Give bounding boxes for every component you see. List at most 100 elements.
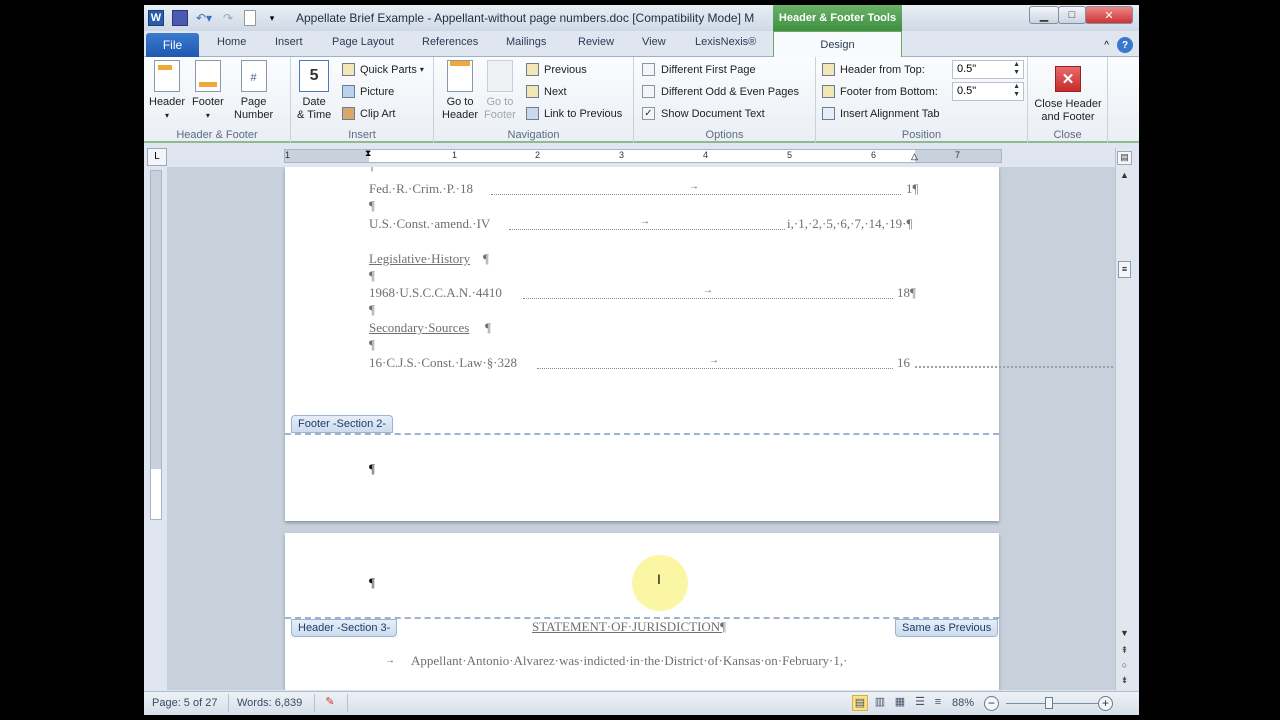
help-icon[interactable]: ?	[1117, 37, 1133, 53]
same-as-previous-tag: Same as Previous	[895, 619, 999, 637]
right-indent-marker[interactable]: △	[911, 151, 918, 162]
word-count[interactable]: Words: 6,839	[237, 697, 302, 709]
show-document-text-checkbox[interactable]: ✓ Show Document Text	[642, 107, 765, 120]
outline-icon[interactable]: ☰	[912, 695, 928, 711]
web-layout-icon[interactable]: ▦	[892, 695, 908, 711]
scroll-up-icon[interactable]: ▲	[1117, 170, 1132, 180]
quick-parts-button[interactable]: Quick Parts ▾	[342, 63, 424, 76]
document-area[interactable]: ¶ Fed.·R.·Crim.·P.·18 → 1¶ ¶ U.S.·Const.…	[167, 167, 1115, 690]
tab-mailings[interactable]: Mailings	[506, 36, 546, 48]
group-label: Close	[1053, 129, 1082, 141]
group-label: Navigation	[507, 129, 560, 141]
print-layout-icon[interactable]: ▤	[852, 695, 868, 711]
horizontal-ruler[interactable]: 1 1 2 3 4 5 6 7 ⧗ △	[284, 148, 1002, 163]
proofing-errors-icon[interactable]: ✎	[322, 695, 338, 711]
footer-section-tag: Footer -Section 2-	[291, 415, 394, 433]
redo-icon[interactable]: ↷	[220, 10, 236, 26]
checkmark-icon: ✓	[642, 107, 655, 120]
toa-entry: U.S.·Const.·amend.·IV	[369, 216, 491, 231]
spinner-arrows-icon[interactable]: ▲ ▼	[1013, 83, 1020, 99]
tab-references[interactable]: References	[422, 36, 478, 48]
zoom-out-icon[interactable]: −	[984, 696, 999, 711]
save-icon[interactable]	[172, 10, 188, 26]
page-count[interactable]: Page: 5 of 27	[152, 697, 217, 709]
quick-parts-icon	[342, 63, 355, 76]
close-header-footer-button[interactable]: ✕ Close Header and Footer	[1034, 60, 1102, 124]
body-paragraph: Appellant·Antonio·Alvarez·was·indicted·i…	[411, 653, 848, 668]
previous-page-icon[interactable]: ⇞	[1117, 645, 1132, 656]
tab-view[interactable]: View	[642, 36, 666, 48]
full-screen-reading-icon[interactable]: ▥	[872, 695, 888, 711]
footer-paragraph-mark[interactable]: ¶	[369, 461, 375, 477]
zoom-level[interactable]: 88%	[952, 697, 974, 709]
footer-icon	[194, 60, 221, 92]
window-title: Appellate Brief Example - Appellant-with…	[296, 11, 755, 25]
tab-lexisnexis[interactable]: LexisNexis®	[695, 36, 756, 48]
header-from-top-input[interactable]: 0.5" ▲ ▼	[952, 60, 1024, 79]
different-first-page-checkbox[interactable]: Different First Page	[642, 63, 756, 76]
tab-review[interactable]: Review	[578, 36, 614, 48]
tab-selector[interactable]: L	[147, 148, 167, 166]
first-line-indent-marker[interactable]: ⧗	[365, 148, 371, 159]
new-doc-icon[interactable]	[244, 10, 256, 26]
tab-arrow-icon: →	[709, 355, 719, 366]
page[interactable]: I ¶ Header -Section 3- Same as Previous …	[285, 533, 999, 690]
next-button[interactable]: Next	[526, 85, 567, 98]
picture-button[interactable]: Picture	[342, 85, 394, 98]
link-to-previous-button[interactable]: Link to Previous	[526, 107, 622, 120]
spinner-arrows-icon[interactable]: ▲ ▼	[1013, 61, 1020, 77]
go-to-footer-button[interactable]: Go to Footer	[484, 60, 516, 122]
close-window-button[interactable]: ✕	[1085, 6, 1133, 24]
go-to-header-button[interactable]: Go to Header	[442, 60, 478, 122]
select-browse-object-icon[interactable]: ○	[1117, 660, 1132, 670]
date-time-button[interactable]: 5 Date & Time	[297, 60, 331, 122]
word-app-icon[interactable]: W	[148, 10, 164, 26]
footer-from-bottom-input[interactable]: 0.5" ▲ ▼	[952, 82, 1024, 101]
group-label: Options	[705, 129, 744, 141]
vertical-scrollbar[interactable]: ▤ ▲ ≡ ▼ ⇞ ○ ⇟	[1115, 148, 1132, 690]
insert-alignment-tab-button[interactable]: Insert Alignment Tab	[822, 107, 939, 120]
zoom-slider[interactable]	[1006, 697, 1106, 709]
different-odd-even-checkbox[interactable]: Different Odd & Even Pages	[642, 85, 799, 98]
scroll-down-icon[interactable]: ▼	[1117, 628, 1132, 638]
header-footer-tools-context-tab: Header & Footer Tools	[773, 5, 902, 31]
header-section-tag: Header -Section 3-	[291, 619, 398, 637]
header-button[interactable]: Header ▾	[149, 60, 185, 122]
tab-home[interactable]: Home	[217, 36, 246, 48]
previous-section-icon	[526, 63, 539, 76]
previous-button[interactable]: Previous	[526, 63, 587, 76]
maximize-button[interactable]: □	[1058, 6, 1086, 24]
customize-qat-icon[interactable]: ▾	[264, 10, 280, 26]
page-number-button[interactable]: # Page Number	[234, 60, 273, 122]
tab-page-layout[interactable]: Page Layout	[332, 36, 394, 48]
tab-file[interactable]: File	[146, 33, 199, 57]
minimize-button[interactable]: ▁	[1029, 6, 1059, 24]
group-header-footer: Header ▾ Footer ▾ # Page Number Header &…	[144, 57, 291, 143]
tab-insert[interactable]: Insert	[275, 36, 303, 48]
scroll-thumb[interactable]: ≡	[1118, 261, 1131, 278]
vertical-ruler[interactable]	[150, 170, 162, 520]
page[interactable]: ¶ Fed.·R.·Crim.·P.·18 → 1¶ ¶ U.S.·Const.…	[285, 167, 1115, 521]
tab-arrow-icon: →	[640, 216, 650, 227]
undo-icon[interactable]: ↶▾	[196, 10, 212, 26]
next-page-icon[interactable]: ⇟	[1117, 675, 1132, 686]
next-section-icon	[526, 85, 539, 98]
header-paragraph-mark[interactable]: ¶	[369, 575, 375, 591]
word-window: W ↶▾ ↷ ▾ Appellate Brief Example - Appel…	[144, 5, 1139, 715]
view-ruler-toggle-icon[interactable]: ▤	[1117, 151, 1132, 165]
zoom-slider-knob[interactable]	[1045, 697, 1054, 709]
footer-from-bottom-label: Footer from Bottom:	[822, 85, 938, 98]
tab-design[interactable]: Design	[773, 31, 902, 58]
close-x-icon: ✕	[1055, 66, 1081, 92]
clip-art-button[interactable]: Clip Art	[342, 107, 395, 120]
checkbox-icon	[642, 63, 655, 76]
page-number-icon: #	[240, 60, 267, 92]
group-label: Header & Footer	[176, 129, 258, 141]
draft-icon[interactable]: ≡	[930, 695, 946, 711]
minimize-ribbon-icon[interactable]: ^	[1104, 40, 1109, 51]
footer-button[interactable]: Footer ▾	[192, 60, 224, 122]
header-position-icon	[822, 63, 835, 76]
go-to-footer-icon	[486, 60, 513, 92]
clip-art-icon	[342, 107, 355, 120]
zoom-in-icon[interactable]: +	[1098, 696, 1113, 711]
